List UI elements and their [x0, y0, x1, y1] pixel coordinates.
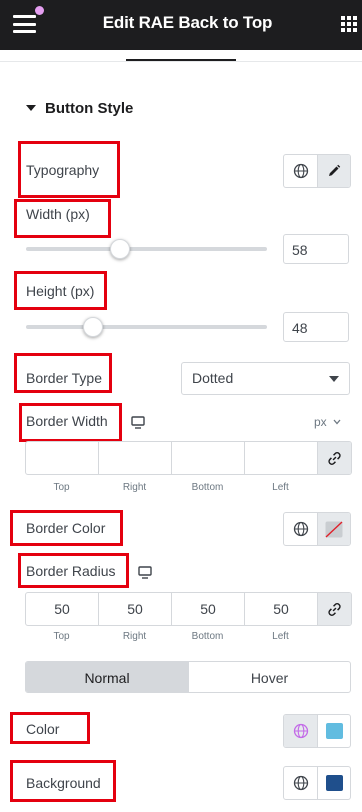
unit-label: px — [314, 415, 327, 429]
side-label-left: Left — [272, 631, 289, 642]
border-width-right-input[interactable] — [99, 442, 172, 474]
height-slider-track[interactable] — [26, 325, 267, 329]
global-color-button[interactable] — [284, 767, 317, 799]
globe-icon — [293, 723, 308, 739]
width-slider-thumb[interactable] — [109, 239, 130, 259]
border-color-controls — [283, 512, 351, 546]
globe-icon — [293, 163, 308, 179]
section-title: Button Style — [45, 100, 134, 117]
apps-grid-icon[interactable] — [341, 16, 357, 32]
width-input[interactable]: 58 — [283, 234, 349, 264]
no-color-swatch-icon — [325, 520, 343, 538]
border-radius-left-input[interactable]: 50 — [245, 593, 318, 625]
border-radius-side-labels: Top Right Bottom Left — [25, 631, 317, 642]
width-slider-track[interactable] — [26, 247, 267, 251]
side-label-bottom: Bottom — [191, 482, 224, 493]
border-width-side-labels: Top Right Bottom Left — [25, 482, 317, 493]
globe-icon — [293, 775, 308, 791]
global-color-button[interactable] — [284, 513, 317, 545]
tab-hover[interactable]: Hover — [188, 662, 350, 692]
border-type-select[interactable]: Dotted — [181, 362, 350, 395]
border-width-top-input[interactable] — [26, 442, 99, 474]
active-tab-indicator — [126, 59, 236, 61]
background-label: Background — [26, 775, 101, 791]
border-radius-right-input[interactable]: 50 — [99, 593, 172, 625]
color-picker[interactable] — [317, 715, 350, 747]
border-type-label: Border Type — [26, 370, 103, 386]
link-icon — [328, 602, 341, 616]
side-label-top: Top — [53, 631, 70, 642]
side-label-left: Left — [272, 482, 289, 493]
border-width-left-input[interactable] — [245, 442, 318, 474]
background-color-picker[interactable] — [317, 767, 350, 799]
caret-down-icon — [26, 105, 36, 111]
border-width-label: Border Width — [26, 413, 108, 429]
edit-typography-button[interactable] — [317, 155, 350, 187]
monitor-icon[interactable] — [138, 566, 152, 579]
pencil-icon — [329, 164, 341, 176]
color-swatch — [325, 775, 343, 791]
globe-icon — [293, 521, 308, 537]
top-bar: Edit RAE Back to Top — [0, 0, 362, 50]
side-label-top: Top — [53, 482, 70, 493]
border-type-value: Dotted — [192, 370, 234, 386]
side-label-right: Right — [122, 631, 147, 642]
tab-normal[interactable]: Normal — [26, 662, 188, 692]
typography-label: Typography — [26, 162, 100, 178]
border-color-picker[interactable] — [317, 513, 350, 545]
color-controls — [283, 714, 351, 748]
monitor-icon[interactable] — [131, 416, 145, 429]
border-radius-top-input[interactable]: 50 — [26, 593, 99, 625]
link-values-button[interactable] — [318, 593, 351, 625]
global-color-button[interactable] — [284, 715, 317, 747]
background-controls — [283, 766, 351, 800]
link-icon — [328, 451, 341, 465]
global-typography-button[interactable] — [284, 155, 317, 187]
link-values-button[interactable] — [318, 442, 351, 474]
hamburger-menu-icon[interactable] — [13, 15, 36, 33]
panel-title: Edit RAE Back to Top — [102, 13, 273, 32]
chevron-down-icon — [333, 419, 341, 425]
border-width-bottom-input[interactable] — [172, 442, 245, 474]
border-width-inputs — [25, 441, 352, 475]
width-label: Width (px) — [26, 206, 90, 222]
height-input[interactable]: 48 — [283, 312, 349, 342]
notification-dot — [35, 6, 44, 15]
color-label: Color — [26, 721, 60, 737]
height-slider-thumb[interactable] — [83, 317, 104, 337]
border-radius-bottom-input[interactable]: 50 — [172, 593, 245, 625]
border-radius-inputs: 50 50 50 50 — [25, 592, 352, 626]
side-label-right: Right — [122, 482, 147, 493]
border-color-label: Border Color — [26, 520, 106, 536]
state-tabs: Normal Hover — [25, 661, 351, 693]
unit-selector[interactable]: px — [314, 415, 341, 429]
height-label: Height (px) — [26, 283, 95, 299]
section-toggle-button-style[interactable]: Button Style — [26, 100, 133, 117]
dropdown-arrow-icon — [329, 376, 339, 382]
side-label-bottom: Bottom — [191, 631, 224, 642]
typography-controls — [283, 154, 351, 188]
color-swatch — [325, 723, 343, 739]
border-radius-label: Border Radius — [26, 563, 116, 579]
